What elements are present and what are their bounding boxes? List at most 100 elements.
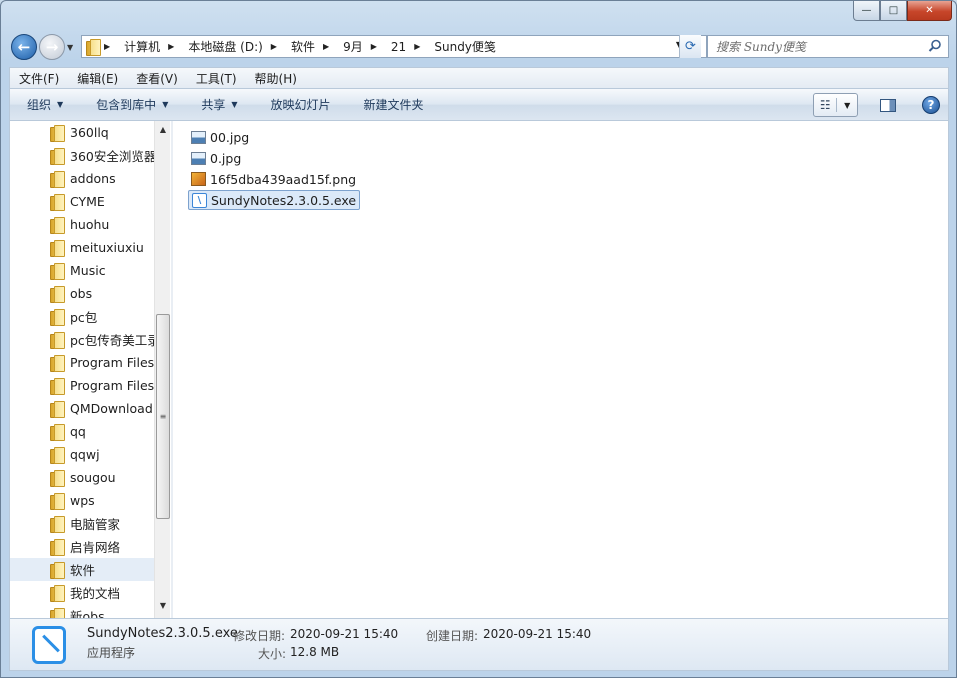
chevron-down-icon: ▼ xyxy=(162,100,169,109)
menu-help[interactable]: 帮助(H) xyxy=(246,70,306,87)
back-button[interactable]: ← xyxy=(11,34,37,60)
created-label: 创建日期: xyxy=(426,629,479,643)
breadcrumb-sundy[interactable]: Sundy便笺 xyxy=(434,38,496,55)
details-filetype: 应用程序 xyxy=(87,646,136,660)
tree-item[interactable]: addons xyxy=(10,167,154,190)
tree-item[interactable]: Music xyxy=(10,259,154,282)
search-placeholder: 搜索 Sundy便笺 xyxy=(716,40,806,54)
folder-icon xyxy=(50,492,65,510)
chevron-right-icon: ▶ xyxy=(414,42,421,51)
tree-item[interactable]: qqwj xyxy=(10,443,154,466)
chevron-right-icon: ▶ xyxy=(168,42,175,51)
maximize-button[interactable]: □ xyxy=(880,1,907,21)
tree-item[interactable]: 360安全浏览器 xyxy=(10,144,154,167)
explorer-window: — □ ✕ ← → ▼ ▶ 计算机 ▶ 本地磁盘 (D:) ▶ 软件 ▶ 9月 ▶ 21… xyxy=(0,0,957,678)
forward-button[interactable]: → xyxy=(39,34,65,60)
folder-icon xyxy=(50,147,65,165)
folder-icon xyxy=(50,239,65,257)
breadcrumb-september[interactable]: 9月 ▶ xyxy=(343,38,385,55)
menu-edit[interactable]: 编辑(E) xyxy=(68,70,127,87)
file-item-selected[interactable]: \ SundyNotes2.3.0.5.exe xyxy=(188,190,361,210)
minimize-button[interactable]: — xyxy=(853,1,880,21)
navigation-pane: 360llq 360安全浏览器 addons CYME huohu meitux… xyxy=(10,121,170,618)
breadcrumb-computer[interactable]: 计算机 ▶ xyxy=(124,38,182,55)
image-icon xyxy=(191,130,206,144)
tree-item[interactable]: meituxiuxiu xyxy=(10,236,154,259)
organize-button[interactable]: 组织 ▼ xyxy=(10,96,79,113)
tree-item[interactable]: wps xyxy=(10,489,154,512)
tree-item[interactable]: pc包传奇美工录 xyxy=(10,328,154,351)
folder-icon xyxy=(50,469,65,487)
address-bar[interactable]: ▶ 计算机▶ 本地磁盘 (D:)▶ 软件▶ 9月▶ 21▶ Sundy便笺 ▼ xyxy=(81,35,707,58)
breadcrumb-root[interactable]: ▶ xyxy=(104,42,118,51)
tree-item[interactable]: 启肯网络 xyxy=(10,535,154,558)
folder-icon xyxy=(50,354,65,372)
menu-tools[interactable]: 工具(T) xyxy=(187,70,246,87)
tree-item[interactable]: Program Files xyxy=(10,351,154,374)
folder-icon xyxy=(50,193,65,211)
breadcrumb-disk-d[interactable]: 本地磁盘 (D:) ▶ xyxy=(188,38,285,55)
share-button[interactable]: 共享 ▼ xyxy=(184,96,253,113)
tree-item[interactable]: qq xyxy=(10,420,154,443)
tree-item[interactable]: Program Files xyxy=(10,374,154,397)
include-library-button[interactable]: 包含到库中 ▼ xyxy=(79,96,184,113)
close-button[interactable]: ✕ xyxy=(907,1,952,21)
scroll-down-icon[interactable]: ▼ xyxy=(155,597,170,614)
folder-icon xyxy=(50,331,65,349)
size-value: 12.8 MB xyxy=(290,645,340,659)
folder-icon xyxy=(50,285,65,303)
folder-icon xyxy=(50,561,65,579)
change-view-button[interactable]: ☷ ▼ xyxy=(813,93,858,117)
file-item[interactable]: 00.jpg xyxy=(188,127,252,147)
nav-scrollbar[interactable]: ▲ ≡ ▼ xyxy=(154,121,170,618)
command-toolbar: 组织 ▼ 包含到库中 ▼ 共享 ▼ 放映幻灯片 新建文件夹 ☷ ▼ ? xyxy=(9,89,949,121)
file-item[interactable]: 0.jpg xyxy=(188,148,244,168)
tree-item[interactable]: obs xyxy=(10,282,154,305)
file-item[interactable]: 16f5dba439aad15f.png xyxy=(188,169,359,189)
folder-icon xyxy=(50,400,65,418)
folder-icon xyxy=(50,216,65,234)
scrollbar-thumb[interactable]: ≡ xyxy=(156,314,170,519)
chevron-right-icon: ▶ xyxy=(270,42,277,51)
folder-icon xyxy=(50,308,65,326)
navigation-bar: ← → ▼ ▶ 计算机 ▶ 本地磁盘 (D:) ▶ 软件 ▶ 9月 ▶ 21 ▶ Sund… xyxy=(9,31,949,63)
created-value: 2020-09-21 15:40 xyxy=(483,627,592,641)
exe-icon xyxy=(32,626,66,664)
tree-item[interactable]: 我的文档 xyxy=(10,581,154,604)
folder-icon xyxy=(50,423,65,441)
tree-item[interactable]: 360llq xyxy=(10,121,154,144)
history-dropdown-icon[interactable]: ▼ xyxy=(67,43,73,52)
tree-item[interactable]: 新obs xyxy=(10,604,154,618)
tree-item[interactable]: huohu xyxy=(10,213,154,236)
png-image-icon xyxy=(191,172,206,186)
modified-label: 修改日期: xyxy=(233,629,286,643)
folder-icon xyxy=(50,584,65,602)
menu-file[interactable]: 文件(F) xyxy=(10,70,68,87)
slideshow-button[interactable]: 放映幻灯片 xyxy=(254,96,347,113)
chevron-down-icon[interactable]: ▼ xyxy=(837,101,857,110)
search-icon[interactable] xyxy=(928,39,942,53)
preview-pane-icon[interactable] xyxy=(880,98,896,112)
pane-splitter[interactable] xyxy=(171,121,173,618)
scroll-up-icon[interactable]: ▲ xyxy=(155,121,170,138)
tree-item[interactable]: pc包 xyxy=(10,305,154,328)
tree-item[interactable]: CYME xyxy=(10,190,154,213)
search-input[interactable]: 搜索 Sundy便笺 xyxy=(707,35,949,58)
breadcrumb-21[interactable]: 21 ▶ xyxy=(391,40,428,54)
details-filename: SundyNotes2.3.0.5.exe xyxy=(87,626,238,641)
menu-bar: 文件(F) 编辑(E) 查看(V) 工具(T) 帮助(H) xyxy=(9,67,949,89)
tree-item-selected[interactable]: 软件 xyxy=(10,558,154,581)
refresh-icon[interactable]: ⟳ xyxy=(679,35,701,58)
tree-item[interactable]: QMDownload xyxy=(10,397,154,420)
folder-icon xyxy=(50,607,65,618)
size-label: 大小: xyxy=(258,647,287,661)
chevron-right-icon: ▶ xyxy=(104,42,111,51)
help-icon[interactable]: ? xyxy=(922,96,940,114)
folder-tree: 360llq 360安全浏览器 addons CYME huohu meitux… xyxy=(10,121,154,618)
folder-icon xyxy=(50,377,65,395)
new-folder-button[interactable]: 新建文件夹 xyxy=(347,96,440,113)
menu-view[interactable]: 查看(V) xyxy=(127,70,187,87)
breadcrumb-software[interactable]: 软件 ▶ xyxy=(291,38,337,55)
tree-item[interactable]: sougou xyxy=(10,466,154,489)
tree-item[interactable]: 电脑管家 xyxy=(10,512,154,535)
